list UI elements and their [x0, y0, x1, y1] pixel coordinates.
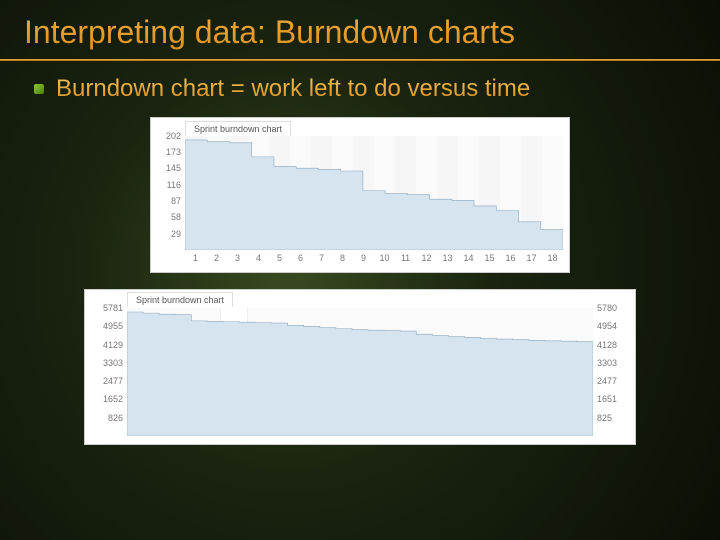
bullet-item: Burndown chart = work left to do versus … — [0, 75, 720, 113]
chart-svg — [185, 136, 563, 250]
chart-svg — [127, 308, 593, 436]
x-axis: 123456789101112131415161718 — [185, 250, 563, 272]
bullet-text: Burndown chart = work left to do versus … — [56, 75, 530, 103]
title-divider — [0, 59, 720, 61]
bullet-icon — [34, 84, 44, 94]
plot-area — [185, 136, 563, 250]
slide-title: Interpreting data: Burndown charts — [0, 0, 720, 59]
plot-area — [127, 308, 593, 436]
y-axis-left: 295887116145173202 — [151, 136, 185, 250]
burndown-chart-1: Sprint burndown chart 295887116145173202… — [150, 117, 570, 273]
burndown-chart-2: Sprint burndown chart 826165224773303412… — [84, 289, 636, 445]
y-axis-left: 826165224773303412949555781 — [85, 308, 127, 436]
chart-title: Sprint burndown chart — [127, 292, 233, 307]
y-axis-right: 825165124773303412849545780 — [593, 308, 635, 436]
chart-title: Sprint burndown chart — [185, 121, 291, 136]
